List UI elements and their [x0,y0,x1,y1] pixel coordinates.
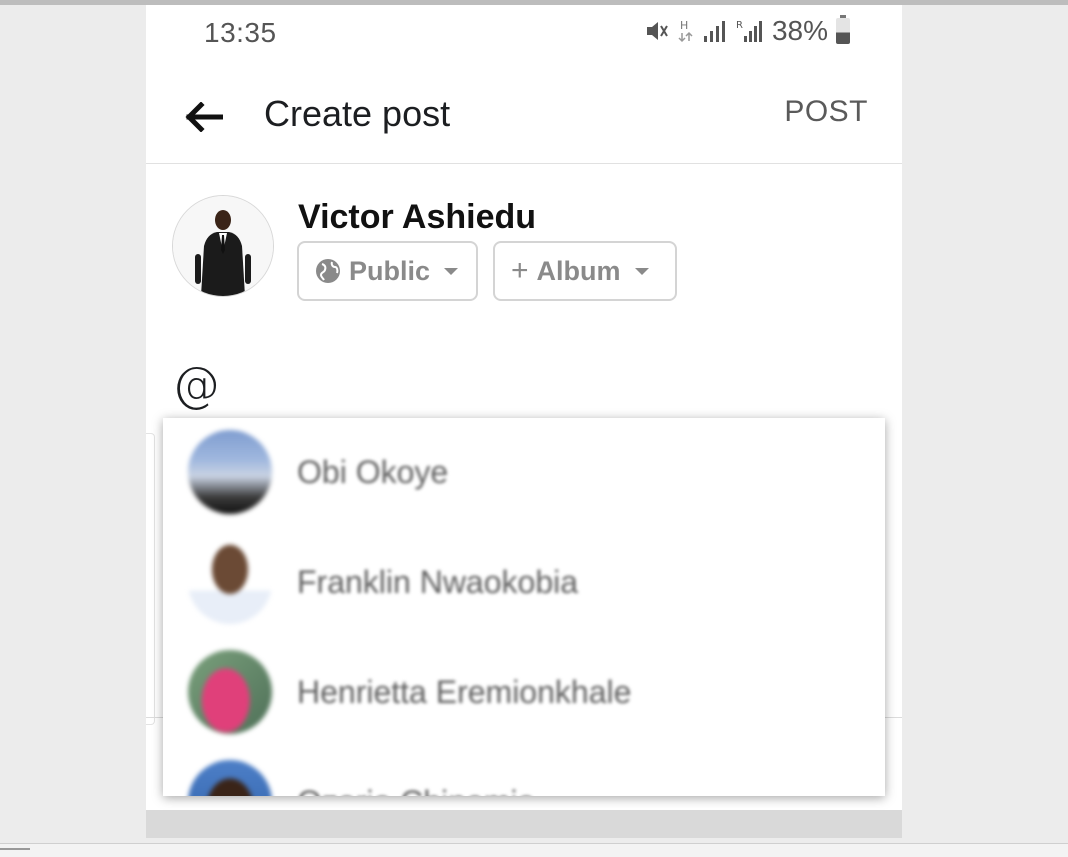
avatar [188,430,272,514]
app-bar: Create post POST [146,75,902,164]
privacy-label: Public [349,255,431,286]
svg-text:H: H [680,19,688,32]
svg-text:R: R [736,20,743,31]
author-avatar [172,195,274,297]
chevron-down-icon [634,267,649,275]
chevron-down-icon [444,267,459,275]
bottom-bar [146,810,902,838]
mention-suggestion-name: Ozoria Chinemia [297,784,535,796]
mention-suggestions: Obi Okoye Franklin Nwaokobia Henrietta E… [163,418,885,796]
avatar [188,760,272,796]
mute-icon [646,22,668,40]
album-label: Album [536,255,621,286]
status-time: 13:35 [204,17,277,48]
mention-suggestion-item[interactable]: Franklin Nwaokobia [163,528,885,638]
back-button[interactable] [180,93,228,141]
window-bottom-border [0,843,1068,857]
back-arrow-icon [185,102,223,132]
mention-suggestion-item[interactable]: Ozoria Chinemia [163,748,885,796]
mention-suggestion-name: Henrietta Eremionkhale [297,674,632,710]
plus-icon: + [511,254,529,287]
avatar [188,540,272,624]
avatar [188,650,272,734]
privacy-selector[interactable]: Public [297,241,478,301]
status-icons: H R 38% [644,15,850,47]
page-title: Create post [264,93,451,134]
globe-icon [316,259,340,283]
panel-edge [146,433,155,725]
status-bar: 13:35 H R 38% [146,5,902,60]
mention-suggestion-item[interactable]: Henrietta Eremionkhale [163,638,885,748]
post-text-input[interactable]: @ [172,357,220,413]
roaming-signal-icon: R [736,20,762,42]
network-h-icon: H [678,19,693,43]
battery-percent: 38% [771,15,828,46]
mention-suggestion-name: Obi Okoye [297,454,449,490]
album-selector[interactable]: + Album [493,241,677,301]
scroll-indicator [0,848,30,850]
mention-suggestion-name: Franklin Nwaokobia [297,564,579,600]
mention-suggestion-item[interactable]: Obi Okoye [163,418,885,528]
signal-icon [703,21,725,42]
phone-screen: 13:35 H R 38% Create post POST Victor As… [146,5,902,838]
author-name: Victor Ashiedu [298,198,537,236]
post-button[interactable]: POST [784,95,868,129]
battery-icon [836,15,850,44]
